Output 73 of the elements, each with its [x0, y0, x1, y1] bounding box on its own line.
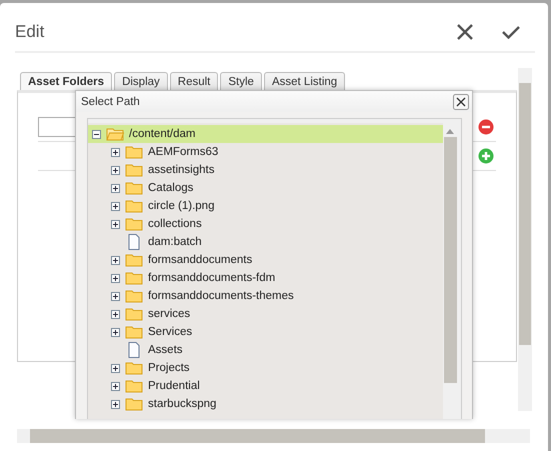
folder-icon	[125, 253, 143, 267]
tree-label: circle (1).png	[148, 200, 214, 212]
dialog-title: Edit	[15, 22, 46, 42]
tree-label: Prudential	[148, 380, 200, 392]
tree-row[interactable]: Prudential	[88, 377, 443, 395]
tree-row[interactable]: Catalogs	[88, 179, 443, 197]
tree-row[interactable]: /content/dam	[88, 125, 443, 143]
tab[interactable]: Style	[220, 72, 262, 90]
expand-icon[interactable]	[111, 256, 120, 264]
folder-icon	[125, 325, 143, 339]
expand-icon[interactable]	[111, 364, 120, 372]
tree-label: Services	[148, 326, 192, 338]
expand-icon[interactable]	[111, 274, 120, 282]
expand-icon[interactable]	[111, 202, 120, 210]
folder-icon	[125, 307, 143, 321]
tree-row[interactable]: Projects	[88, 359, 443, 377]
tree-row[interactable]: assetinsights	[88, 161, 443, 179]
tree-label: Assets	[148, 344, 183, 356]
tree-row[interactable]: services	[88, 305, 443, 323]
folder-icon	[106, 127, 124, 141]
expand-icon[interactable]	[111, 166, 120, 174]
tree-label: services	[148, 308, 190, 320]
add-icon[interactable]	[478, 148, 494, 164]
close-icon[interactable]	[456, 23, 474, 41]
expand-icon[interactable]	[111, 382, 120, 390]
tree-label: Projects	[148, 362, 190, 374]
tree-row[interactable]: AEMForms63	[88, 143, 443, 161]
folder-icon	[125, 163, 143, 177]
tree-row[interactable]: formsanddocuments	[88, 251, 443, 269]
folder-icon	[125, 271, 143, 285]
tab[interactable]: Asset Folders	[20, 72, 112, 90]
tree-label: collections	[148, 218, 202, 230]
tree-row[interactable]: dam:batch	[88, 233, 443, 251]
expand-icon[interactable]	[111, 310, 120, 318]
expand-icon[interactable]	[111, 400, 120, 408]
close-icon[interactable]	[453, 94, 469, 110]
tree-label: formsanddocuments	[148, 254, 252, 266]
expand-icon[interactable]	[111, 148, 120, 156]
tree-row[interactable]: formsanddocuments-fdm	[88, 269, 443, 287]
folder-icon	[125, 379, 143, 393]
folder-icon	[125, 145, 143, 159]
expand-icon[interactable]	[111, 220, 120, 228]
tree-row[interactable]: Assets	[88, 341, 443, 359]
expand-icon[interactable]	[111, 184, 120, 192]
folder-icon	[125, 289, 143, 303]
vertical-scrollbar[interactable]	[518, 68, 532, 411]
tree-label: starbuckspng	[148, 398, 216, 410]
tree-label: AEMForms63	[148, 146, 218, 158]
popup-title: Select Path	[81, 96, 140, 108]
folder-icon	[125, 217, 143, 231]
tab[interactable]: Result	[170, 72, 218, 90]
tree-row[interactable]: Services	[88, 323, 443, 341]
tree-label: formsanddocuments-fdm	[148, 272, 276, 284]
tree-row[interactable]: collections	[88, 215, 443, 233]
expand-icon[interactable]	[111, 328, 120, 336]
tree-label: dam:batch	[148, 236, 202, 248]
expand-icon[interactable]	[111, 292, 120, 300]
tab[interactable]: Display	[114, 72, 168, 90]
horizontal-scrollbar[interactable]	[17, 429, 530, 443]
tree-label: Catalogs	[148, 182, 194, 194]
tree-row[interactable]: starbuckspng	[88, 395, 443, 413]
collapse-icon[interactable]	[92, 130, 101, 138]
tab[interactable]: Asset Listing	[264, 72, 346, 90]
folder-icon	[125, 199, 143, 213]
check-icon[interactable]	[502, 25, 520, 39]
remove-icon[interactable]	[478, 119, 494, 135]
tree-row[interactable]: circle (1).png	[88, 197, 443, 215]
folder-icon	[125, 181, 143, 195]
tree-label: formsanddocuments-themes	[148, 290, 294, 302]
tree-label: assetinsights	[148, 164, 214, 176]
tree-row[interactable]: formsanddocuments-themes	[88, 287, 443, 305]
folder-icon	[125, 397, 143, 411]
tree-label: /content/dam	[129, 128, 196, 140]
